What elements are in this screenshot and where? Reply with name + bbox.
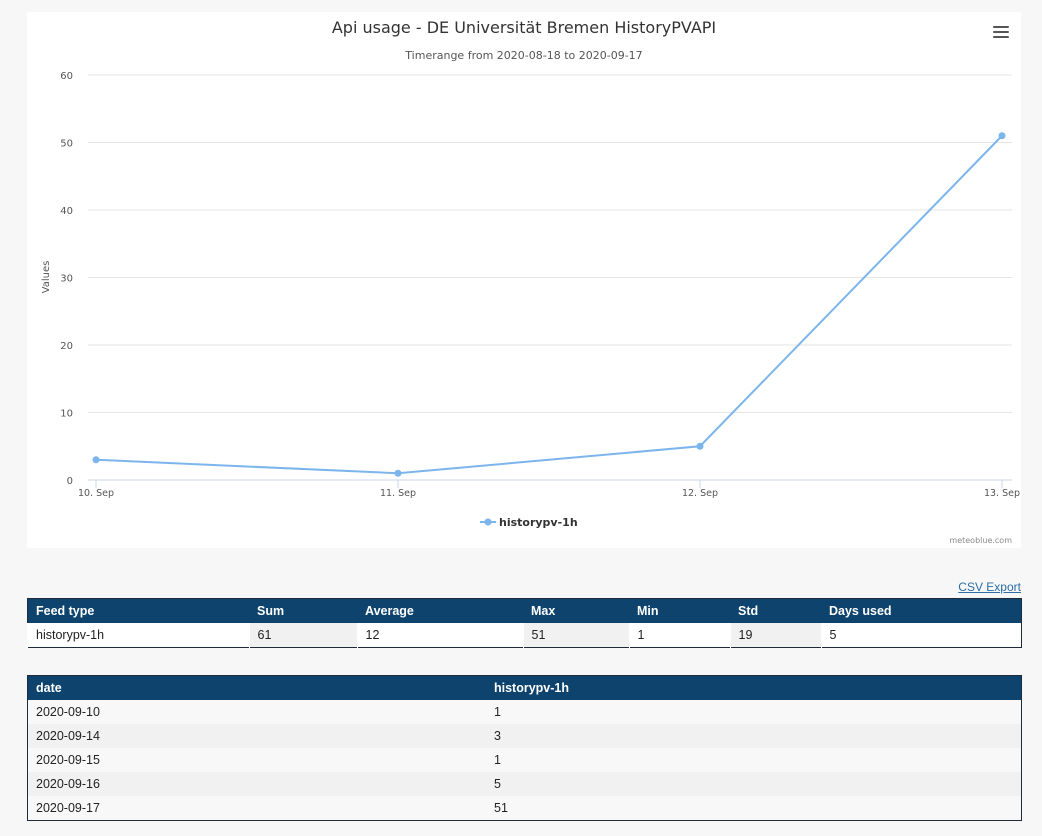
data-point[interactable] [696, 442, 704, 450]
daily-cell-date: 2020-09-14 [27, 724, 486, 748]
csv-export-link[interactable]: CSV Export [958, 580, 1021, 594]
data-point[interactable] [394, 469, 402, 477]
stats-cell-min: 1 [628, 623, 730, 648]
stats-header-days-used: Days used [821, 598, 1022, 623]
x-tick-label: 10. Sep [78, 488, 114, 499]
x-tick-label: 12. Sep [682, 488, 718, 499]
daily-cell-date: 2020-09-10 [27, 700, 486, 724]
x-tick-label: 13. Sep [984, 488, 1020, 499]
daily-cell-date: 2020-09-15 [27, 748, 486, 772]
hamburger-menu-icon[interactable] [993, 26, 1009, 40]
y-axis-title: Values [41, 261, 52, 294]
legend-label[interactable]: historypv-1h [499, 516, 578, 529]
y-tick-label: 20 [60, 341, 73, 352]
series-line[interactable] [95, 135, 1003, 475]
y-tick-label: 30 [60, 274, 73, 285]
daily-cell-date: 2020-09-16 [27, 772, 486, 796]
daily-usage-table: date historypv-1h 2020-09-10 1 2020-09-1… [27, 675, 1022, 821]
daily-cell-value: 1 [486, 700, 1022, 724]
legend[interactable]: historypv-1h [480, 516, 578, 529]
table-row: 2020-09-14 3 [27, 724, 1022, 748]
stats-header-std: Std [730, 598, 821, 623]
stats-cell-average: 12 [356, 623, 523, 648]
line-chart: Api usage - DE Universität Bremen Histor… [41, 18, 1020, 529]
series-group [92, 132, 1006, 477]
daily-cell-value: 3 [486, 724, 1022, 748]
stats-cell-std: 19 [729, 623, 821, 648]
stats-cell-sum: 61 [248, 623, 357, 648]
stats-header-feed-type: Feed type [27, 598, 249, 623]
data-point[interactable] [92, 456, 100, 464]
table-row: 2020-09-16 5 [27, 772, 1022, 796]
table-row: 2020-09-15 1 [27, 748, 1022, 772]
stats-header-sum: Sum [249, 598, 357, 623]
daily-cell-value: 5 [486, 772, 1022, 796]
stats-cell-feed-type: historypv-1h [27, 623, 249, 648]
stats-header-average: Average [357, 598, 523, 623]
y-tick-label: 40 [60, 206, 73, 217]
daily-header-historypv: historypv-1h [486, 675, 1022, 700]
data-point[interactable] [998, 132, 1006, 140]
x-axis-tick-labels: 10. Sep 11. Sep 12. Sep 13. Sep [78, 480, 1020, 499]
daily-header-date: date [27, 675, 486, 700]
stats-table: Feed type Sum Average Max Min Std Days u… [27, 598, 1022, 648]
x-tick-label: 11. Sep [380, 488, 416, 499]
y-tick-label: 60 [60, 71, 73, 82]
chart-subtitle: Timerange from 2020-08-18 to 2020-09-17 [404, 49, 642, 62]
chart-container: Api usage - DE Universität Bremen Histor… [27, 12, 1021, 548]
y-axis-tick-labels: 0 10 20 30 40 50 60 [60, 71, 73, 487]
daily-header-row: date historypv-1h [27, 675, 1022, 700]
table-row: 2020-09-10 1 [27, 700, 1022, 724]
legend-marker-icon [484, 518, 492, 526]
table-row: 2020-09-17 51 [27, 796, 1022, 821]
chart-credit[interactable]: meteoblue.com [949, 536, 1012, 545]
daily-cell-value: 51 [486, 796, 1022, 821]
grid-lines [88, 74, 1012, 481]
stats-row: historypv-1h 61 12 51 1 19 5 [27, 623, 1022, 648]
y-tick-label: 10 [60, 409, 73, 420]
stats-cell-max: 51 [522, 623, 629, 648]
chart-title: Api usage - DE Universität Bremen Histor… [332, 18, 716, 37]
stats-header-min: Min [629, 598, 730, 623]
y-tick-label: 50 [60, 139, 73, 150]
daily-cell-value: 1 [486, 748, 1022, 772]
y-tick-label: 0 [67, 476, 73, 487]
stats-cell-days-used: 5 [820, 623, 1022, 648]
daily-cell-date: 2020-09-17 [27, 796, 486, 821]
stats-header-row: Feed type Sum Average Max Min Std Days u… [27, 598, 1022, 623]
stats-header-max: Max [523, 598, 629, 623]
